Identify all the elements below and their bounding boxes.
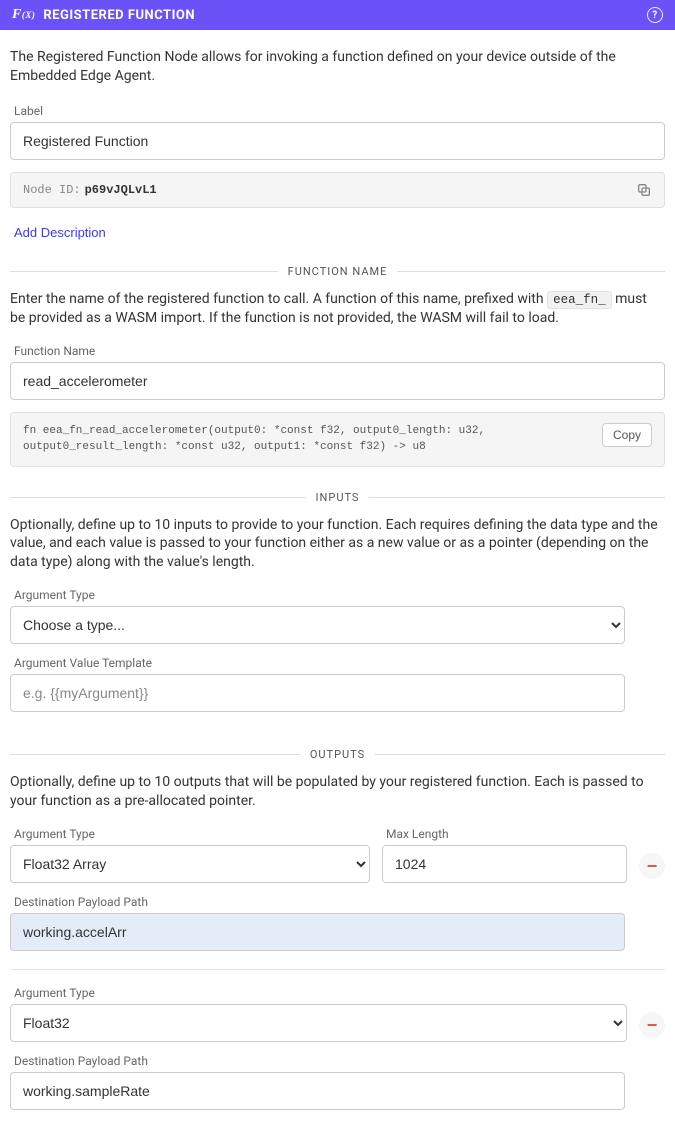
intro-text: The Registered Function Node allows for …: [10, 48, 665, 86]
section-title-outputs: OUTPUTS: [10, 748, 665, 761]
output-dest-label: Destination Payload Path: [14, 895, 665, 909]
output-dest-label: Destination Payload Path: [14, 1054, 665, 1068]
output-dest-input[interactable]: [10, 1072, 625, 1110]
output-maxlength-input[interactable]: [382, 845, 627, 883]
node-id-label: Node ID:: [23, 183, 81, 197]
function-name-input[interactable]: [10, 362, 665, 400]
output-arg-type-label: Argument Type: [14, 986, 627, 1000]
inputs-help: Optionally, define up to 10 inputs to pr…: [10, 516, 665, 573]
output-arg-type-select[interactable]: Float32 Array: [10, 845, 370, 883]
remove-output-button[interactable]: −: [639, 853, 665, 879]
function-node-icon: f(x): [12, 7, 35, 23]
node-id-value: p69vJQLvL1: [85, 183, 157, 197]
add-description-button[interactable]: Add Description: [10, 225, 110, 240]
copy-icon[interactable]: [636, 182, 652, 198]
output-row: Argument Type Float32 Array Max Length −…: [10, 827, 665, 963]
function-prefix-code: eea_fn_: [547, 291, 612, 309]
copy-signature-button[interactable]: Copy: [602, 423, 652, 447]
output-separator: [10, 969, 665, 970]
input-arg-type-label: Argument Type: [14, 588, 665, 602]
panel-header: f(x) REGISTERED FUNCTION ?: [0, 0, 675, 30]
input-arg-value-input[interactable]: [10, 674, 625, 712]
signature-text: fn eea_fn_read_accelerometer(output0: *c…: [23, 423, 594, 456]
input-arg-type-select[interactable]: Choose a type...: [10, 606, 625, 644]
function-name-label: Function Name: [14, 344, 665, 358]
output-arg-type-select[interactable]: Float32: [10, 1004, 627, 1042]
signature-box: fn eea_fn_read_accelerometer(output0: *c…: [10, 412, 665, 467]
panel-title: REGISTERED FUNCTION: [43, 8, 195, 23]
node-id-box: Node ID: p69vJQLvL1: [10, 172, 665, 208]
help-icon[interactable]: ?: [647, 7, 663, 23]
input-arg-value-label: Argument Value Template: [14, 656, 665, 670]
label-input[interactable]: [10, 122, 665, 160]
remove-output-button[interactable]: −: [639, 1012, 665, 1038]
function-name-help: Enter the name of the registered functio…: [10, 290, 665, 328]
output-maxlength-label: Max Length: [386, 827, 627, 841]
outputs-help: Optionally, define up to 10 outputs that…: [10, 773, 665, 811]
section-title-function-name: FUNCTION NAME: [10, 265, 665, 278]
label-field-label: Label: [14, 104, 665, 118]
section-title-inputs: INPUTS: [10, 491, 665, 504]
output-row: Argument Type Float32 − Destination Payl…: [10, 986, 665, 1122]
output-arg-type-label: Argument Type: [14, 827, 370, 841]
output-dest-input[interactable]: [10, 913, 625, 951]
